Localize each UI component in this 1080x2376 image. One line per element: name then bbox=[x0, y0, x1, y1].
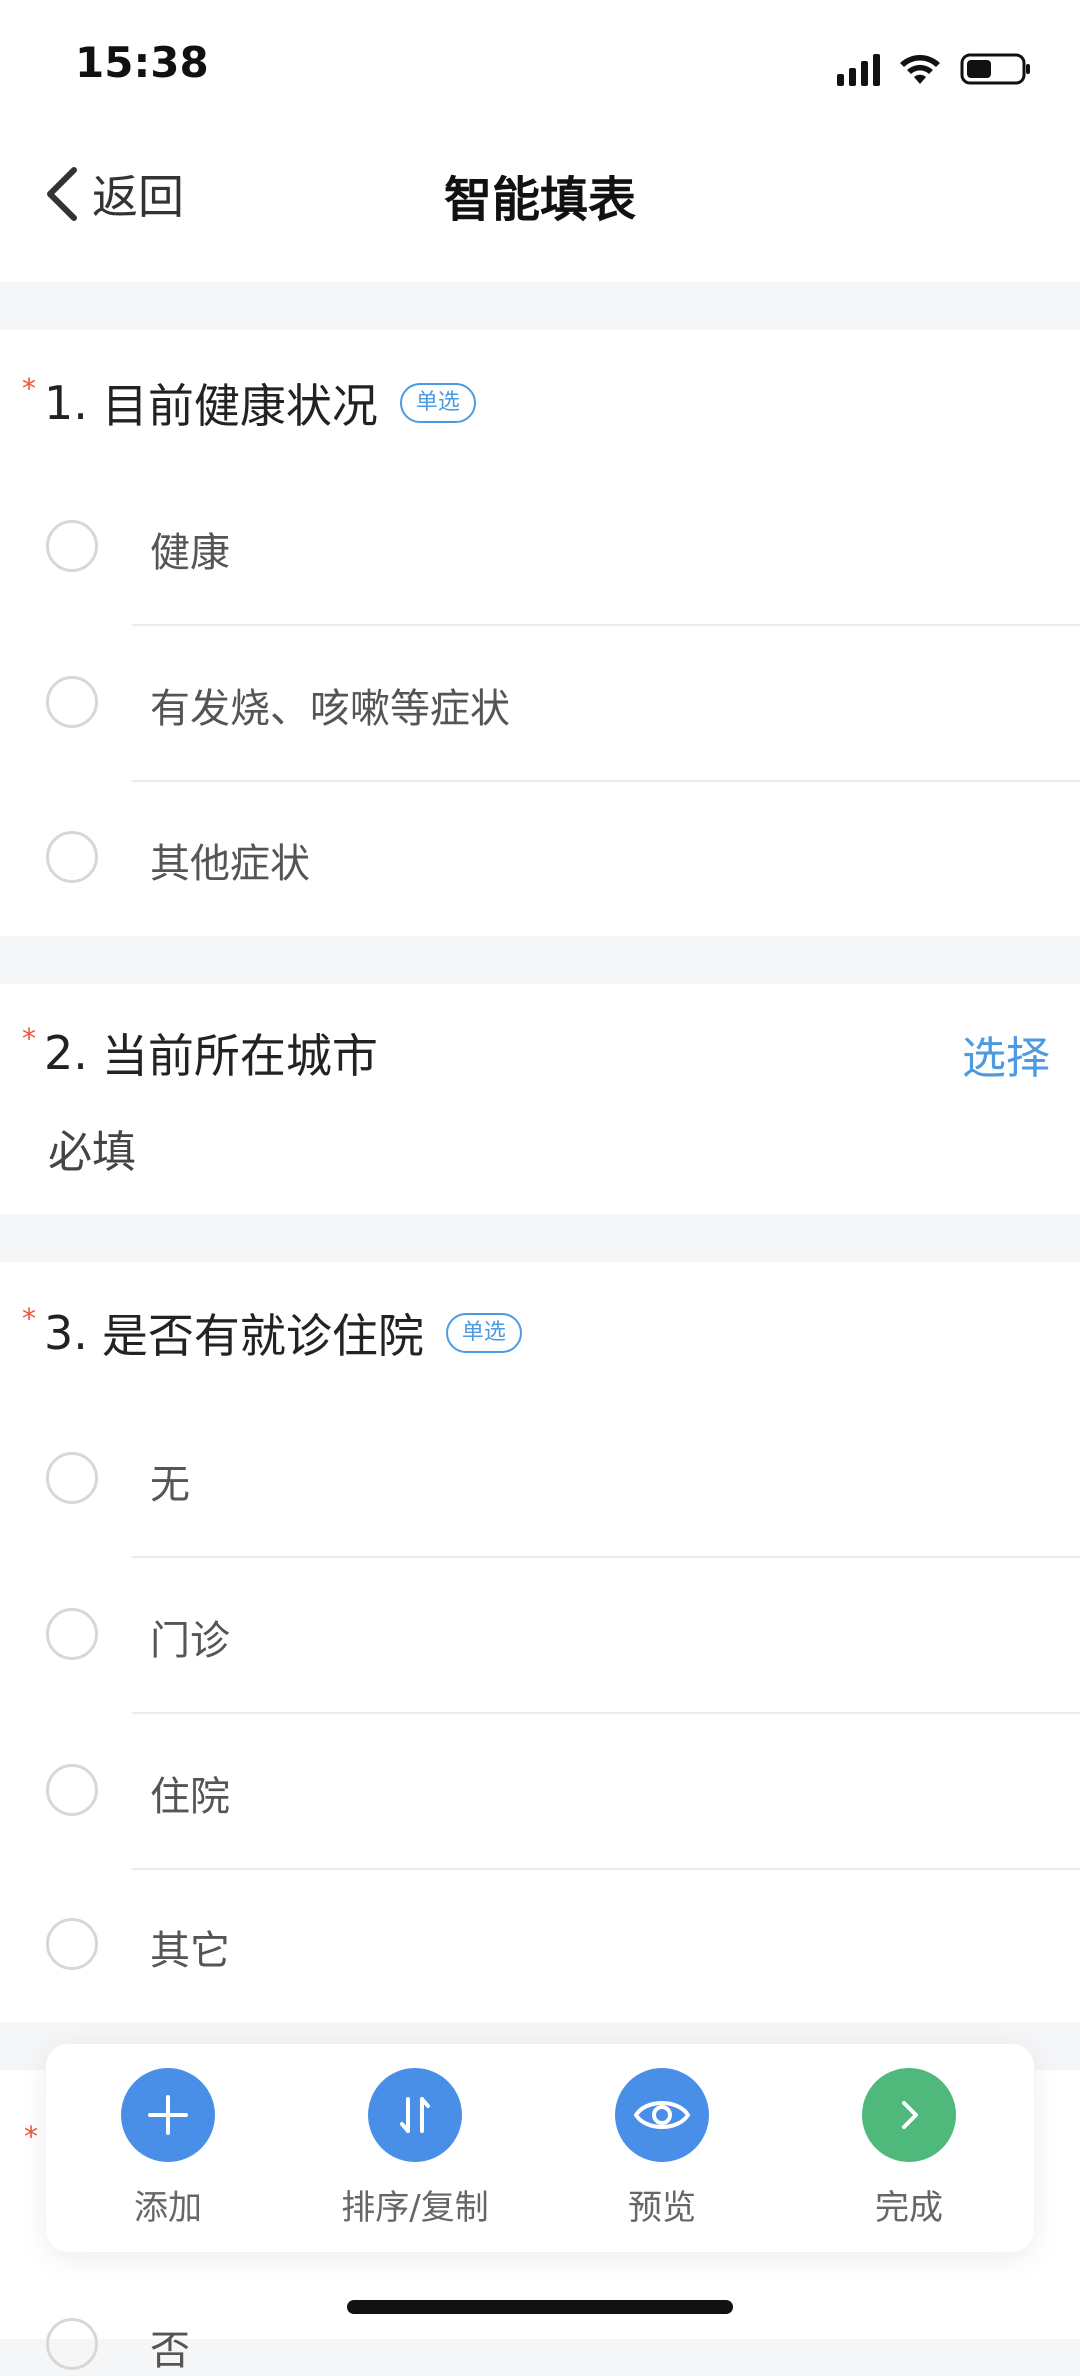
cellular-signal-icon bbox=[837, 52, 880, 86]
add-circle[interactable] bbox=[121, 2068, 215, 2162]
radio-button[interactable] bbox=[46, 1452, 98, 1504]
required-mark: * bbox=[24, 2120, 38, 2153]
option-healthy[interactable]: 健康 bbox=[0, 470, 1080, 626]
eye-icon bbox=[633, 2101, 691, 2129]
option-label: 门诊 bbox=[150, 1618, 230, 1664]
status-bar: 15:38 bbox=[0, 0, 1080, 130]
option-other[interactable]: 其它 bbox=[0, 1870, 1080, 2022]
question-text: 目前健康状况 bbox=[101, 379, 378, 433]
option-fever-cough[interactable]: 有发烧、咳嗽等症状 bbox=[0, 626, 1080, 782]
question-number: 3. bbox=[44, 1306, 88, 1360]
question-title-2: * 2. 当前所在城市 bbox=[22, 1020, 378, 1086]
option-label: 健康 bbox=[150, 530, 230, 576]
sort-copy-button[interactable]: 排序/复制 bbox=[315, 2068, 515, 2229]
question-card-1: * 1. 目前健康状况 单选 健康 有发烧、咳嗽等症状 其他症状 bbox=[0, 330, 1080, 936]
radio-button[interactable] bbox=[46, 520, 98, 572]
status-icons bbox=[837, 46, 1032, 86]
chevron-right-icon bbox=[902, 2101, 918, 2129]
preview-circle[interactable] bbox=[615, 2068, 709, 2162]
page-title: 智能填表 bbox=[443, 172, 636, 228]
tool-label: 完成 bbox=[875, 2188, 943, 2228]
required-mark: * bbox=[22, 372, 36, 405]
radio-button[interactable] bbox=[46, 2318, 98, 2370]
question-text: 当前所在城市 bbox=[101, 1029, 378, 1083]
option-other-symptoms[interactable]: 其他症状 bbox=[0, 782, 1080, 936]
sort-icon bbox=[400, 2097, 430, 2133]
option-label: 其他症状 bbox=[150, 841, 310, 887]
question-title-1: * 1. 目前健康状况 单选 bbox=[22, 370, 476, 436]
tool-label: 排序/复制 bbox=[341, 2188, 489, 2228]
city-value[interactable]: 必填 bbox=[48, 1116, 136, 1180]
bottom-toolbar: 添加 排序/复制 预览 完成 bbox=[46, 2044, 1034, 2252]
option-label: 否 bbox=[150, 2328, 190, 2374]
question-card-3: * 3. 是否有就诊住院 单选 无 门诊 住院 其它 bbox=[0, 1262, 1080, 2022]
question-card-2: * 2. 当前所在城市 选择 必填 bbox=[0, 984, 1080, 1214]
radio-button[interactable] bbox=[46, 1918, 98, 1970]
radio-button[interactable] bbox=[46, 1764, 98, 1816]
radio-button[interactable] bbox=[46, 831, 98, 883]
sort-circle[interactable] bbox=[368, 2068, 462, 2162]
question-text: 是否有就诊住院 bbox=[101, 1309, 424, 1363]
tool-label: 添加 bbox=[134, 2188, 202, 2228]
option-hospitalized[interactable]: 住院 bbox=[0, 1714, 1080, 1870]
single-choice-badge: 单选 bbox=[399, 383, 476, 423]
question-title-3: * 3. 是否有就诊住院 单选 bbox=[22, 1300, 522, 1366]
wifi-icon bbox=[900, 55, 940, 84]
add-button[interactable]: 添加 bbox=[68, 2068, 268, 2229]
radio-button[interactable] bbox=[46, 1608, 98, 1660]
home-indicator bbox=[347, 2300, 733, 2314]
option-label: 其它 bbox=[150, 1928, 230, 1974]
question-number: 2. bbox=[44, 1026, 88, 1080]
option-label: 住院 bbox=[150, 1774, 230, 1820]
option-outpatient[interactable]: 门诊 bbox=[0, 1558, 1080, 1714]
option-label: 无 bbox=[150, 1462, 190, 1508]
tool-label: 预览 bbox=[628, 2188, 696, 2228]
radio-button[interactable] bbox=[46, 676, 98, 728]
status-time: 15:38 bbox=[75, 38, 209, 87]
option-none[interactable]: 无 bbox=[0, 1402, 1080, 1558]
single-choice-badge: 单选 bbox=[445, 1313, 522, 1353]
finish-button[interactable]: 完成 bbox=[809, 2068, 1009, 2229]
required-mark: * bbox=[22, 1302, 36, 1335]
plus-icon bbox=[148, 2095, 188, 2135]
finish-circle[interactable] bbox=[862, 2068, 956, 2162]
navigation-bar: 返回 智能填表 bbox=[0, 130, 1080, 282]
preview-button[interactable]: 预览 bbox=[562, 2068, 762, 2229]
required-mark: * bbox=[22, 1022, 36, 1055]
question-number: 1. bbox=[44, 376, 88, 430]
battery-icon bbox=[960, 53, 1030, 85]
option-label: 有发烧、咳嗽等症状 bbox=[150, 686, 510, 732]
select-city-button[interactable]: 选择 bbox=[962, 1022, 1050, 1086]
